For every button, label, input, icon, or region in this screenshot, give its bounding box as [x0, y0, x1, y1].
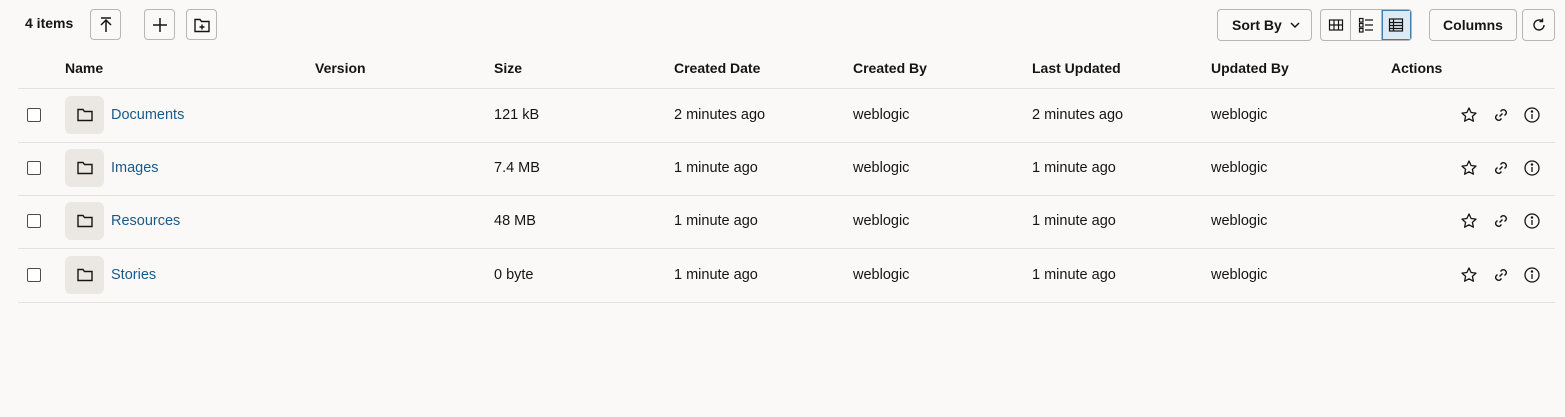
copy-link-button[interactable]	[1492, 106, 1510, 124]
favorite-button[interactable]	[1460, 266, 1478, 284]
info-icon	[1524, 267, 1540, 283]
row-checkbox[interactable]	[27, 268, 41, 282]
toolbar: 4 items Sort By Columns	[0, 0, 1565, 50]
link-icon	[1495, 109, 1507, 121]
last-updated-cell: 1 minute ago	[1032, 267, 1116, 283]
last-updated-cell: 1 minute ago	[1032, 160, 1116, 176]
column-header-created-date[interactable]: Created Date	[674, 60, 760, 76]
folder-icon	[76, 161, 93, 175]
columns-button[interactable]: Columns	[1429, 9, 1517, 41]
size-cell: 0 byte	[494, 267, 534, 283]
created-date-cell: 2 minutes ago	[674, 107, 766, 123]
created-by-cell: weblogic	[853, 160, 910, 176]
last-updated-cell: 2 minutes ago	[1032, 107, 1124, 123]
last-updated-cell: 1 minute ago	[1032, 213, 1116, 229]
favorite-button[interactable]	[1460, 212, 1478, 230]
created-by-cell: weblogic	[853, 213, 910, 229]
refresh-icon	[1532, 18, 1545, 31]
star-icon	[1461, 267, 1477, 282]
link-icon	[1495, 215, 1507, 227]
folder-name-link[interactable]: Stories	[111, 267, 156, 283]
column-header-actions: Actions	[1391, 60, 1443, 76]
chevron-down-icon	[1290, 22, 1300, 29]
created-date-cell: 1 minute ago	[674, 213, 758, 229]
refresh-button[interactable]	[1522, 9, 1555, 41]
link-icon	[1495, 269, 1507, 281]
arrow-up-icon	[99, 16, 112, 32]
copy-link-button[interactable]	[1492, 266, 1510, 284]
go-up-button[interactable]	[90, 9, 121, 40]
table-header: Name Version Size Created Date Created B…	[18, 50, 1555, 89]
column-header-size[interactable]: Size	[494, 60, 522, 76]
table-row[interactable]: Stories 0 byte 1 minute ago weblogic 1 m…	[18, 249, 1555, 303]
column-header-name[interactable]: Name	[65, 60, 103, 76]
folder-name-link[interactable]: Resources	[111, 213, 180, 229]
favorite-button[interactable]	[1460, 159, 1478, 177]
created-date-cell: 1 minute ago	[674, 160, 758, 176]
info-button[interactable]	[1523, 266, 1541, 284]
size-cell: 48 MB	[494, 213, 536, 229]
table-row[interactable]: Images 7.4 MB 1 minute ago weblogic 1 mi…	[18, 142, 1555, 196]
folder-icon-tile	[65, 256, 104, 294]
info-button[interactable]	[1523, 106, 1541, 124]
updated-by-cell: weblogic	[1211, 267, 1268, 283]
table-row[interactable]: Resources 48 MB 1 minute ago weblogic 1 …	[18, 195, 1555, 249]
table-icon	[1389, 18, 1404, 32]
list-view-button[interactable]	[1351, 10, 1382, 40]
info-icon	[1524, 107, 1540, 123]
column-header-created-by[interactable]: Created By	[853, 60, 927, 76]
created-by-cell: weblogic	[853, 267, 910, 283]
folder-plus-icon	[193, 18, 210, 32]
row-checkbox[interactable]	[27, 214, 41, 228]
info-button[interactable]	[1523, 212, 1541, 230]
folder-icon	[76, 214, 93, 228]
folder-name-link[interactable]: Documents	[111, 107, 184, 123]
star-icon	[1461, 160, 1477, 175]
card-view-button[interactable]	[1321, 10, 1352, 40]
folder-icon-tile	[65, 202, 104, 240]
add-button[interactable]	[144, 9, 175, 40]
star-icon	[1461, 107, 1477, 122]
folder-name-link[interactable]: Images	[111, 160, 159, 176]
size-cell: 121 kB	[494, 107, 540, 123]
created-date-cell: 1 minute ago	[674, 267, 758, 283]
updated-by-cell: weblogic	[1211, 107, 1268, 123]
view-mode-toggle	[1320, 9, 1412, 41]
created-by-cell: weblogic	[853, 107, 910, 123]
plus-icon	[152, 17, 167, 32]
folder-icon-tile	[65, 149, 104, 187]
folder-icon	[76, 108, 93, 122]
updated-by-cell: weblogic	[1211, 213, 1268, 229]
folder-icon-tile	[65, 96, 104, 134]
column-header-updated-by[interactable]: Updated By	[1211, 60, 1289, 76]
info-button[interactable]	[1523, 159, 1541, 177]
folder-icon	[76, 268, 93, 282]
column-header-last-updated[interactable]: Last Updated	[1032, 60, 1121, 76]
row-checkbox[interactable]	[27, 108, 41, 122]
sort-by-button[interactable]: Sort By	[1217, 9, 1312, 41]
link-icon	[1495, 162, 1507, 174]
row-checkbox[interactable]	[27, 161, 41, 175]
table-row[interactable]: Documents 121 kB 2 minutes ago weblogic …	[18, 89, 1555, 143]
info-icon	[1524, 160, 1540, 176]
grid-icon	[1328, 19, 1343, 31]
favorite-button[interactable]	[1460, 106, 1478, 124]
size-cell: 7.4 MB	[494, 160, 540, 176]
copy-link-button[interactable]	[1492, 159, 1510, 177]
copy-link-button[interactable]	[1492, 212, 1510, 230]
column-header-version[interactable]: Version	[315, 60, 366, 76]
info-icon	[1524, 213, 1540, 229]
sort-by-label: Sort By	[1232, 17, 1282, 33]
table-view-button[interactable]	[1381, 10, 1411, 40]
updated-by-cell: weblogic	[1211, 160, 1268, 176]
item-count: 4 items	[25, 15, 74, 31]
new-folder-button[interactable]	[186, 9, 217, 40]
list-icon	[1358, 17, 1373, 33]
star-icon	[1461, 213, 1477, 228]
